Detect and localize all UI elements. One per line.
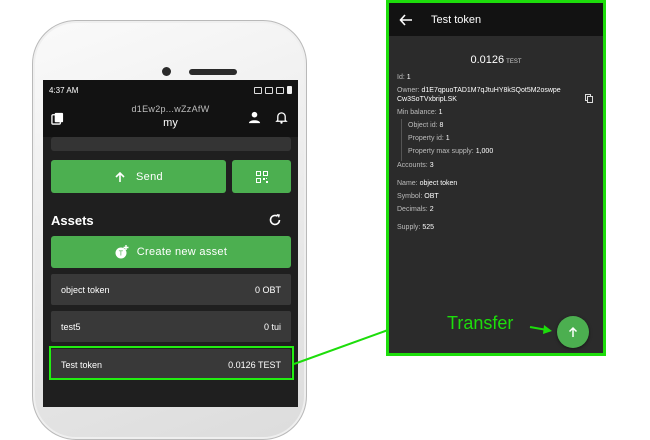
annotation-arrow-icon [529,325,552,334]
balance-card [51,137,291,151]
detail-label: Symbol: [397,193,423,200]
detail-value: 1 [438,109,443,116]
status-bar: 4:37 AM [43,80,298,100]
detail-value: 3 [429,162,434,169]
sim-icon [265,86,273,94]
detail-symbol: Symbol: OBT [397,192,439,201]
detail-value: OBT [424,193,439,200]
assets-heading: Assets [51,213,94,228]
detail-id: Id: 1 [397,73,411,82]
detail-label: Owner: [397,87,420,94]
phone-screen: 4:37 AM d1Ew2p...wZzAfW my Send Assets T… [43,80,298,407]
qr-code-button[interactable] [232,160,291,193]
detail-property-max: Property max supply: 1,000 [408,147,493,156]
arrow-up-icon [568,326,578,337]
detail-label: Min balance: [397,109,437,116]
svg-text:T: T [119,251,124,258]
asset-name: object token [61,284,110,295]
panel-title: Test token [431,13,482,26]
send-label: Send [136,170,163,183]
back-arrow-icon[interactable] [399,13,413,27]
detail-nested-group: Object id: 8 Property id: 1 Property max… [401,119,493,161]
detail-min-balance: Min balance: 1 [397,108,443,117]
copy-icon[interactable] [585,94,593,103]
balance-symbol: TEST [506,59,522,65]
selected-row-highlight [49,346,294,380]
earpiece-speaker [189,69,237,75]
asset-amount: 0 tui [263,321,281,332]
detail-property-id: Property id: 1 [408,134,450,143]
detail-accounts: Accounts: 3 [397,161,434,170]
create-asset-button[interactable]: T Create new asset [51,236,291,268]
create-asset-label: Create new asset [136,246,228,258]
detail-value: 525 [422,224,434,231]
person-icon[interactable] [248,111,261,124]
app-header: d1Ew2p...wZzAfW my [43,100,298,137]
detail-value: 1,000 [475,148,494,155]
notification-icon [254,86,262,94]
detail-label: Decimals: [397,206,428,213]
battery-icon [287,86,292,94]
status-time: 4:37 AM [49,85,79,95]
arrow-up-icon [115,171,125,182]
detail-value: 8 [439,122,444,129]
bell-icon[interactable] [275,111,288,124]
detail-owner: Owner: d1E7qpuoTAD1M7qJtuHY8kSQot5M2oswp… [397,86,561,95]
asset-row-object-token[interactable]: object token 0 OBT [51,274,291,305]
qr-code-icon [255,170,268,183]
asset-amount: 0 OBT [254,284,281,295]
detail-label: Accounts: [397,162,428,169]
asset-row-test5[interactable]: test5 0 tui [51,311,291,342]
token-add-icon: T [115,245,129,259]
token-detail-panel: Test token 0.0126 TEST Id: 1 Owner: d1E7q… [386,0,606,356]
detail-value: 1 [406,74,411,81]
detail-name: Name: object token [397,179,457,188]
detail-supply: Supply: 525 [397,223,434,232]
detail-object-id: Object id: 8 [408,121,443,130]
owner-address-line2: Cw3SoTVxbripLSK [397,96,457,103]
main-content: Send Assets T Create new asset object to… [43,137,298,407]
detail-label: Name: [397,180,418,187]
status-icons [254,86,292,94]
detail-owner-cont: Cw3SoTVxbripLSK [397,95,457,104]
wifi-icon [276,86,284,94]
detail-label: Property id: [408,135,444,142]
detail-value: object token [419,180,458,187]
detail-decimals: Decimals: 2 [397,205,434,214]
detail-label: Id: [397,74,405,81]
asset-name: test5 [61,321,81,332]
detail-label: Supply: [397,224,421,231]
transfer-annotation: Transfer [447,313,514,333]
owner-address-line1: d1E7qpuoTAD1M7qJtuHY8kSQot5M2oswpe [421,87,561,94]
panel-header: Test token [389,3,603,36]
transfer-fab-button[interactable] [557,316,589,348]
front-camera [162,67,171,76]
detail-value: 2 [429,206,434,213]
detail-value: 1 [445,135,450,142]
refresh-icon[interactable] [268,213,282,227]
detail-label: Property max supply: [408,148,474,155]
send-button[interactable]: Send [51,160,226,193]
balance-value: 0.0126 [470,54,505,66]
token-balance: 0.0126 TEST [389,54,603,66]
detail-label: Object id: [408,122,438,129]
